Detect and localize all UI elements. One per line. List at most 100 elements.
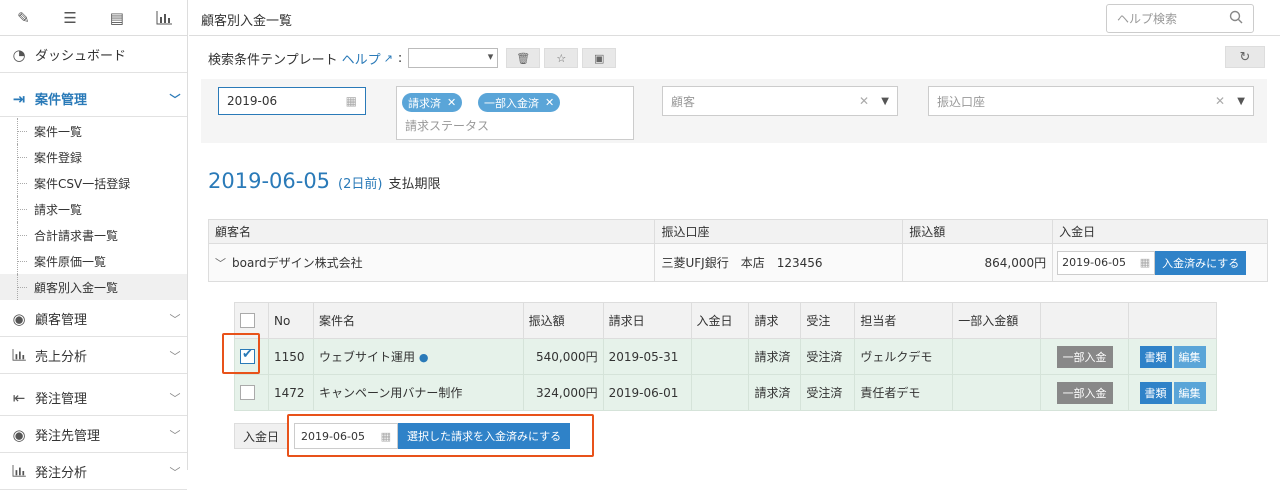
external-link-icon[interactable]: ↗: [384, 52, 393, 65]
documents-button[interactable]: 書類: [1139, 381, 1172, 404]
sidebar-item-projects[interactable]: ⇥ 案件管理 ﹀: [0, 81, 187, 117]
sidebar-sub-item[interactable]: 案件登録: [0, 144, 187, 170]
sidebar-sub-item[interactable]: 合計請求書一覧: [0, 222, 187, 248]
page-title: 顧客別入金一覧: [201, 14, 293, 29]
billing-status-cell: 請求済: [748, 374, 802, 411]
amount-cell: 864,000円: [902, 243, 1054, 282]
table-row: 1472 キャンペーン用バナー制作 324,000円 2019-06-01 請求…: [234, 374, 1217, 411]
actions-cell: 書類 編集: [1128, 338, 1217, 375]
documents-button[interactable]: 書類: [1139, 345, 1172, 368]
favorite-template-button[interactable]: ☆: [544, 48, 579, 68]
col-header: 振込口座: [654, 219, 904, 244]
sidebar-sub-item[interactable]: 案件原価一覧: [0, 248, 187, 274]
calendar-icon: ▦: [1139, 256, 1151, 269]
sidebar-item-label: 案件管理: [35, 93, 88, 108]
due-date: 2019-06-05: [208, 169, 331, 193]
col-header: 担当者: [854, 302, 954, 339]
col-header: 一部入金額: [952, 302, 1042, 339]
billing-status-cell: 請求済: [748, 338, 802, 375]
login-arrow-icon: ⇥: [12, 89, 26, 108]
sidebar-item-dashboard[interactable]: ◔ ダッシュボード: [0, 37, 187, 73]
close-icon[interactable]: ✕: [545, 96, 554, 109]
list-box-icon[interactable]: ▤: [94, 0, 141, 35]
sidebar-item-customers[interactable]: ◉ 顧客管理 ﹀: [0, 301, 187, 337]
invoice-table: No 案件名 振込額 請求日 入金日 請求 受注 担当者 一部入金額 1150 …: [234, 302, 1217, 411]
sidebar-top-icons: ✎ ☰ ▤: [0, 0, 187, 36]
month-input[interactable]: 2019-06 ▦: [218, 87, 366, 115]
sidebar-item-order-analysis[interactable]: 発注分析 ﹀: [0, 454, 187, 490]
chevron-down-icon: ﹀: [169, 465, 181, 479]
due-label: 支払期限: [388, 177, 441, 192]
status-tag[interactable]: 請求済 ✕: [402, 93, 463, 112]
status-tag[interactable]: 一部入金済 ✕: [478, 93, 561, 112]
paid-date-value: 2019-06-05: [1062, 256, 1127, 269]
month-value: 2019-06: [227, 94, 278, 108]
comment-icon[interactable]: ●: [419, 351, 429, 364]
col-header: 振込額: [902, 219, 1054, 244]
customer-select[interactable]: 顧客 ✕ ▼: [662, 86, 898, 116]
amount-cell: 324,000円: [522, 374, 604, 411]
table-header: No 案件名 振込額 請求日 入金日 請求 受注 担当者 一部入金額: [234, 302, 1217, 339]
template-select[interactable]: [408, 48, 499, 68]
project-name[interactable]: ウェブサイト運用: [319, 350, 415, 364]
refresh-icon: ↻: [1239, 49, 1251, 65]
col-header: 受注: [800, 302, 856, 339]
close-icon[interactable]: ✕: [447, 96, 456, 109]
row-select-cell: [234, 374, 269, 411]
status-tag-label: 請求済: [408, 96, 441, 110]
save-icon: ▣: [594, 51, 605, 65]
paid-date-cell: [690, 338, 750, 375]
help-search-input[interactable]: ヘルプ検索: [1106, 4, 1254, 33]
user-circle-icon: ◉: [12, 425, 26, 444]
delete-template-button[interactable]: 🗑: [506, 48, 541, 68]
partial-amount-cell: [952, 338, 1042, 375]
customer-table: 顧客名 振込口座 振込額 入金日 ﹀ boardデザイン株式会社 三菱UFJ銀行 …: [207, 219, 1268, 282]
project-name[interactable]: キャンペーン用バナー制作: [319, 386, 462, 400]
col-header: 顧客名: [207, 219, 656, 244]
name-cell: キャンペーン用バナー制作: [312, 374, 524, 411]
sidebar-sub-item[interactable]: 請求一覧: [0, 196, 187, 222]
clear-icon[interactable]: ✕: [859, 94, 869, 108]
partial-payment-button[interactable]: 一部入金: [1056, 345, 1113, 368]
no-cell: 1150: [267, 338, 314, 375]
chevron-down-icon: ﹀: [169, 391, 181, 405]
mark-paid-button[interactable]: 入金済みにする: [1155, 250, 1247, 275]
sidebar-item-orders[interactable]: ⇤ 発注管理 ﹀: [0, 380, 187, 416]
sidebar-sub-item-selected[interactable]: 顧客別入金一覧: [0, 274, 187, 300]
bar-chart-icon[interactable]: [140, 0, 187, 35]
account-placeholder: 振込口座: [937, 94, 986, 109]
customer-cell[interactable]: ﹀ boardデザイン株式会社: [207, 243, 656, 282]
customer-placeholder: 顧客: [671, 94, 696, 109]
col-header-empty: [1040, 302, 1130, 339]
sidebar-item-sales-analysis[interactable]: 売上分析 ﹀: [0, 338, 187, 374]
sidebar-sub-item[interactable]: 案件一覧: [0, 118, 187, 144]
select-all-checkbox[interactable]: [240, 313, 255, 328]
user-circle-icon: ◉: [12, 309, 26, 328]
refresh-button[interactable]: ↻: [1225, 46, 1265, 68]
row-checkbox[interactable]: [240, 385, 255, 400]
account-cell: 三菱UFJ銀行 本店 123456: [654, 243, 904, 282]
help-link[interactable]: ヘルプ: [342, 49, 381, 68]
pencil-icon[interactable]: ✎: [0, 0, 47, 35]
partial-payment-button[interactable]: 一部入金: [1056, 381, 1113, 404]
order-status-cell: 受注済: [800, 374, 856, 411]
edit-button[interactable]: 編集: [1173, 345, 1206, 368]
template-label: 検索条件テンプレート: [208, 52, 338, 68]
chevron-down-icon[interactable]: ﹀: [215, 257, 226, 270]
partial-amount-cell: [952, 374, 1042, 411]
owner-cell: 責任者デモ: [854, 374, 954, 411]
amount-cell: 540,000円: [522, 338, 604, 375]
list-icon[interactable]: ☰: [47, 0, 94, 35]
edit-button[interactable]: 編集: [1173, 381, 1206, 404]
clear-icon[interactable]: ✕: [1215, 94, 1225, 108]
chevron-down-icon: ﹀: [169, 349, 181, 363]
col-header: 請求日: [602, 302, 692, 339]
paid-date-input[interactable]: 2019-06-05 ▦: [1057, 250, 1156, 275]
col-header: 案件名: [312, 302, 524, 339]
status-multiselect[interactable]: 請求済 ✕ 一部入金済 ✕ 請求ステータス: [396, 86, 634, 140]
save-template-button[interactable]: ▣: [582, 48, 617, 68]
search-icon: [1229, 10, 1243, 27]
sidebar-item-vendors[interactable]: ◉ 発注先管理 ﹀: [0, 417, 187, 453]
sidebar-sub-item[interactable]: 案件CSV一括登録: [0, 170, 187, 196]
account-select[interactable]: 振込口座 ✕ ▼: [928, 86, 1254, 116]
